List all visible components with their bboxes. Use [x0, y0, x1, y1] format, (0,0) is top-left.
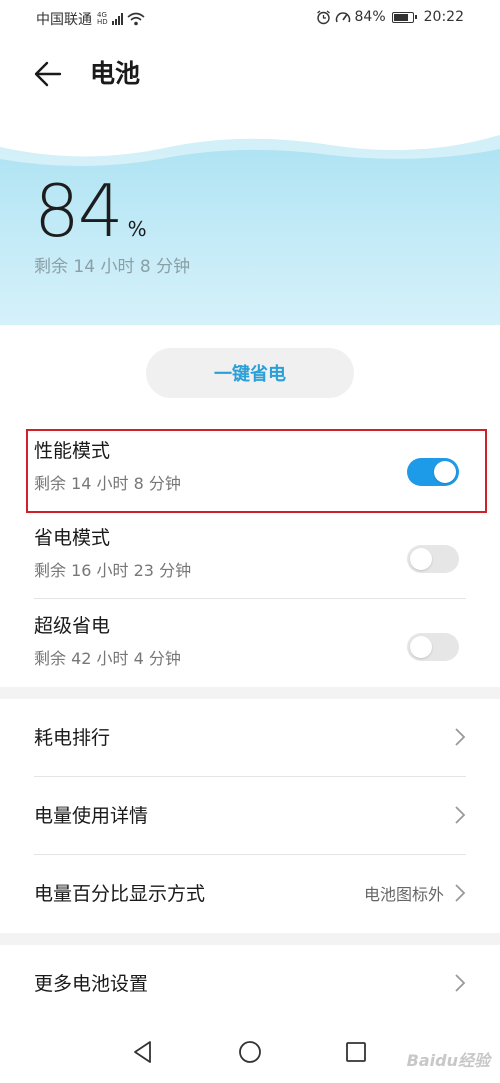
nav-back-icon[interactable] — [128, 1037, 158, 1067]
watermark: Baidu经验 — [406, 1051, 490, 1070]
alarm-icon — [316, 9, 330, 24]
battery-remaining-time: 剩余 14 小时 8 分钟 — [34, 257, 191, 277]
power-saving-mode-toggle[interactable] — [407, 545, 459, 573]
status-bar: 中国联通 4G HD 84% 20:22 — [0, 0, 500, 36]
wifi-icon — [127, 12, 145, 26]
menu-label: 电量使用详情 — [34, 805, 149, 827]
clock-time: 20:22 — [423, 9, 464, 25]
back-arrow-icon[interactable] — [30, 56, 66, 92]
menu-label: 更多电池设置 — [34, 973, 149, 995]
carrier-name: 中国联通 — [36, 12, 92, 28]
menu-row-usage-details[interactable]: 电量使用详情 — [0, 777, 500, 855]
page-title: 电池 — [90, 59, 141, 88]
mode-title: 超级省电 — [34, 615, 111, 637]
system-navigation-bar: Baidu经验 — [0, 1023, 500, 1083]
menu-row-percentage-display[interactable]: 电量百分比显示方式 电池图标外 — [0, 855, 500, 933]
chevron-right-icon — [455, 974, 466, 992]
status-left: 中国联通 4G HD — [36, 9, 145, 29]
mode-title: 省电模式 — [34, 527, 111, 549]
mode-row-ultra-power-saving[interactable]: 超级省电 剩余 42 小时 4 分钟 — [0, 599, 500, 687]
menu-value: 电池图标外 — [363, 885, 444, 904]
battery-hero-panel: 84 % 剩余 14 小时 8 分钟 — [0, 125, 500, 325]
section-separator — [0, 933, 500, 945]
nav-home-icon[interactable] — [235, 1037, 265, 1067]
one-key-power-save-button[interactable]: 一键省电 — [146, 348, 354, 398]
performance-mode-toggle[interactable] — [407, 458, 459, 486]
menu-row-more-battery-settings[interactable]: 更多电池设置 — [0, 945, 500, 1023]
section-separator — [0, 687, 500, 699]
performance-gauge-icon — [335, 11, 350, 22]
nav-recents-icon[interactable] — [341, 1037, 371, 1067]
mode-title: 性能模式 — [34, 440, 111, 462]
menu-label: 耗电排行 — [34, 727, 111, 749]
mode-subtitle: 剩余 16 小时 23 分钟 — [34, 561, 192, 580]
battery-percent-display: 84 % — [34, 175, 147, 247]
status-right: 84% 20:22 — [316, 9, 464, 25]
battery-icon — [391, 11, 417, 23]
mode-row-power-saving[interactable]: 省电模式 剩余 16 小时 23 分钟 — [0, 511, 500, 599]
chevron-right-icon — [455, 728, 466, 746]
chevron-right-icon — [455, 806, 466, 824]
signal-icon — [111, 13, 123, 25]
network-type-badge: 4G HD — [97, 11, 108, 26]
battery-percent-number: 84 — [34, 169, 124, 253]
toggle-knob — [434, 461, 456, 483]
battery-percent-sign: % — [127, 217, 147, 241]
app-bar: 电池 — [0, 40, 500, 106]
mode-row-performance[interactable]: 性能模式 剩余 14 小时 8 分钟 — [0, 424, 500, 512]
mode-subtitle: 剩余 14 小时 8 分钟 — [34, 474, 181, 493]
mode-subtitle: 剩余 42 小时 4 分钟 — [34, 649, 181, 668]
menu-row-power-ranking[interactable]: 耗电排行 — [0, 699, 500, 777]
toggle-knob — [410, 636, 432, 658]
ultra-power-saving-toggle[interactable] — [407, 633, 459, 661]
battery-percent-text: 84% — [354, 9, 386, 25]
menu-label: 电量百分比显示方式 — [34, 883, 206, 905]
toggle-knob — [410, 548, 432, 570]
chevron-right-icon — [455, 884, 466, 902]
